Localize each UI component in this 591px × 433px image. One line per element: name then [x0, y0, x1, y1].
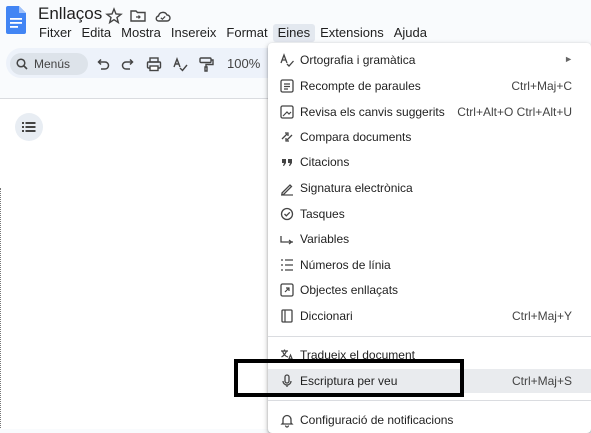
docs-logo-icon[interactable] [6, 6, 26, 34]
spellcheck-icon [280, 53, 294, 67]
menu-item-label: Ortografia i gramàtica [300, 53, 416, 67]
redo-icon[interactable] [119, 55, 137, 73]
quote-icon [282, 159, 292, 166]
menu-item-label: Revisa els canvis suggerits [300, 105, 445, 119]
bell-icon [280, 414, 294, 428]
menu-item-shortcut: Ctrl+Maj+C [511, 79, 572, 93]
menu-item-dictionary[interactable]: Diccionari Ctrl+Maj+Y [268, 304, 591, 328]
menu-item-review-edits[interactable]: Revisa els canvis suggerits Ctrl+Alt+O C… [268, 100, 591, 124]
variables-icon [280, 236, 293, 245]
tasks-icon [280, 207, 294, 221]
document-title[interactable]: Enllaços [38, 4, 102, 24]
menu-item-linked-objects[interactable]: Objectes enllaçats [268, 278, 591, 302]
menu-separator [268, 400, 591, 401]
signature-icon [281, 184, 293, 196]
menu-item-line-numbers[interactable]: Números de línia [268, 253, 591, 277]
menu-ajuda[interactable]: Ajuda [389, 24, 432, 42]
menu-mostra[interactable]: Mostra [116, 24, 166, 42]
paint-format-icon[interactable] [197, 55, 215, 73]
search-icon [16, 58, 28, 70]
print-icon[interactable] [145, 55, 163, 73]
move-folder-icon[interactable] [129, 7, 147, 25]
undo-icon[interactable] [94, 55, 112, 73]
menu-fitxer[interactable]: Fitxer [34, 24, 77, 42]
menu-item-shortcut: Ctrl+Maj+S [511, 374, 572, 388]
zoom-select[interactable]: 100% [227, 56, 260, 71]
review-edits-icon [280, 105, 294, 119]
menu-item-shortcut: Ctrl+Maj+Y [511, 309, 572, 323]
menu-item-label: Citacions [300, 155, 350, 169]
menu-item-spelling-grammar[interactable]: Ortografia i gramàtica ► [268, 48, 591, 72]
menu-item-label: Números de línia [300, 258, 391, 272]
highlight-annotation-box [234, 359, 464, 397]
menu-item-label: Diccionari [300, 309, 353, 323]
star-icon[interactable] [105, 7, 123, 25]
menu-item-esignature[interactable]: Signatura electrònica [268, 176, 591, 200]
menu-format[interactable]: Format [221, 24, 272, 42]
linked-objects-icon [280, 283, 294, 297]
menu-item-label: Variables [300, 232, 350, 246]
menu-extensions[interactable]: Extensions [315, 24, 389, 42]
outline-list-icon [22, 122, 36, 132]
menu-item-label: Tasques [300, 207, 345, 221]
menu-search-button[interactable]: Menús [10, 53, 88, 75]
cloud-saved-icon[interactable] [154, 7, 172, 25]
menu-item-notification-settings[interactable]: Configuració de notificacions [268, 408, 591, 432]
menu-eines[interactable]: Eines [272, 24, 316, 42]
compare-icon [281, 132, 293, 142]
line-numbers-icon [281, 259, 293, 271]
submenu-arrow-icon: ► [564, 54, 573, 64]
menu-item-compare-documents[interactable]: Compara documents [268, 125, 591, 149]
menu-edita[interactable]: Edita [77, 24, 117, 42]
menu-item-citations[interactable]: Citacions [268, 150, 591, 174]
menu-item-label: Objectes enllaçats [300, 283, 399, 297]
menu-item-word-count[interactable]: Recompte de paraules Ctrl+Maj+C [268, 74, 591, 98]
document-outline-button[interactable] [15, 113, 43, 141]
search-label: Menús [34, 57, 71, 71]
menu-item-tasks[interactable]: Tasques [268, 202, 591, 226]
menu-item-variables[interactable]: Variables [268, 227, 591, 251]
menu-item-label: Signatura electrònica [300, 181, 413, 195]
menu-item-shortcut: Ctrl+Alt+O Ctrl+Alt+U [457, 105, 572, 119]
menu-insereix[interactable]: Insereix [166, 24, 222, 42]
word-count-icon [280, 79, 294, 93]
menu-separator [268, 336, 591, 337]
dictionary-icon [281, 309, 293, 323]
page-left-ruler [0, 188, 3, 428]
menu-item-label: Compara documents [300, 130, 412, 144]
spellcheck-toolbar-icon[interactable] [171, 55, 189, 73]
menu-bar: Fitxer Edita Mostra Insereix Format Eine… [34, 24, 432, 42]
menu-item-label: Recompte de paraules [300, 79, 421, 93]
